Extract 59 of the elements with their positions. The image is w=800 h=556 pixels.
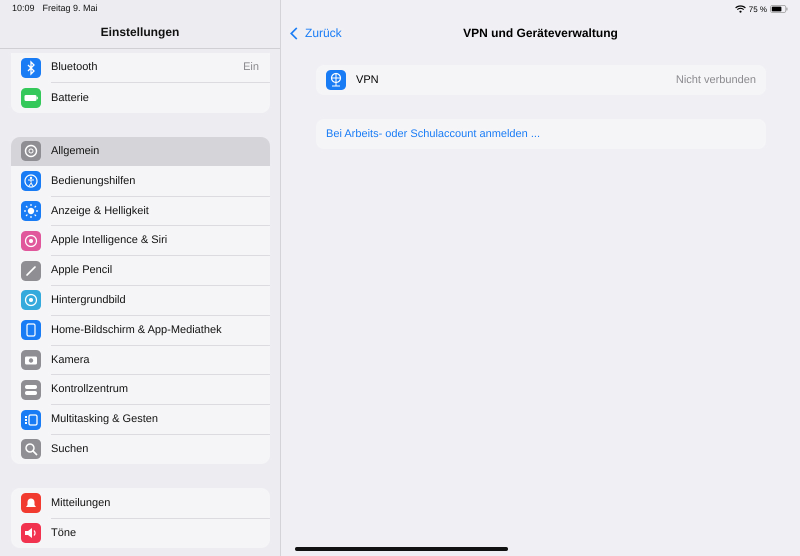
status-time: 10:09: [12, 3, 35, 13]
settings-icon: [21, 290, 41, 310]
item-label: Kontrollzentrum: [51, 383, 130, 396]
settings-icon: [21, 320, 41, 340]
item-label: Anzeige & Helligkeit: [51, 204, 150, 217]
item-label: Bluetooth: [51, 61, 98, 74]
settings-icon: [21, 260, 41, 281]
sidebar-item[interactable]: Allgemein: [11, 136, 270, 166]
wifi-icon: [734, 5, 746, 13]
sidebar-item[interactable]: Anzeige & Helligkeit: [11, 196, 270, 226]
sidebar-title: Einstellungen: [100, 25, 180, 39]
item-label: Allgemein: [51, 144, 100, 157]
settings-icon: [21, 350, 41, 370]
sidebar-item[interactable]: Hintergrundbild: [11, 286, 270, 316]
sidebar-item[interactable]: Multitasking & Gesten: [11, 404, 270, 435]
settings-icon: [21, 230, 41, 251]
settings-icon: [21, 523, 41, 544]
battery-icon: [770, 5, 788, 13]
settings-icon: [21, 171, 41, 192]
item-label: Batterie: [51, 92, 90, 104]
sidebar-item[interactable]: Apple Pencil: [11, 256, 270, 286]
settings-icon: [21, 201, 41, 222]
settings-icon: [21, 58, 41, 78]
settings-icon: [21, 493, 41, 514]
item-label: Hintergrundbild: [51, 294, 127, 306]
item-label: Apple Pencil: [51, 264, 114, 276]
settings-icon: [21, 410, 41, 430]
sign-in-link[interactable]: Bei Arbeits- oder Schulaccount anmelden ...: [316, 119, 766, 149]
item-label: Multitasking & Gesten: [51, 413, 159, 426]
item-label: Home-Bildschirm & App-Mediathek: [51, 324, 223, 336]
settings-icon: [21, 439, 41, 460]
sidebar-item[interactable]: Kamera: [11, 345, 270, 375]
item-value: Ein: [243, 61, 259, 74]
item-label: Suchen: [51, 443, 90, 456]
vpn-status: Nicht verbunden: [676, 74, 756, 86]
sidebar-item[interactable]: Bedienungshilfen: [11, 166, 270, 196]
vpn-row[interactable]: VPN Nicht verbunden: [316, 65, 766, 95]
item-label: Töne: [51, 527, 78, 540]
settings-icon: [21, 88, 41, 108]
settings-icon: [21, 141, 41, 162]
sidebar-item[interactable]: Töne: [11, 518, 270, 548]
sidebar-item[interactable]: Apple Intelligence & Siri: [11, 226, 270, 256]
sidebar-item[interactable]: Mitteilungen: [11, 488, 270, 518]
settings-icon: [21, 380, 41, 400]
sidebar-item[interactable]: Batterie: [11, 82, 270, 113]
chevron-left-icon: [290, 26, 298, 40]
vpn-label: VPN: [356, 74, 380, 86]
sidebar-item[interactable]: Kontrollzentrum: [11, 374, 270, 405]
sidebar-item[interactable]: Bluetooth Ein: [11, 53, 270, 83]
sidebar-item[interactable]: Home-Bildschirm & App-Mediathek: [11, 315, 270, 346]
page-title: VPN und Geräteverwaltung: [463, 26, 618, 40]
item-label: Mitteilungen: [51, 496, 112, 509]
battery-percent: 75 %: [748, 4, 767, 14]
item-label: Bedienungshilfen: [51, 174, 136, 187]
globe-icon: [326, 70, 346, 90]
sidebar-item[interactable]: Suchen: [11, 434, 270, 464]
status-date: Freitag 9. Mai: [42, 3, 98, 13]
item-label: Kamera: [51, 354, 91, 366]
item-label: Apple Intelligence & Siri: [51, 234, 168, 246]
